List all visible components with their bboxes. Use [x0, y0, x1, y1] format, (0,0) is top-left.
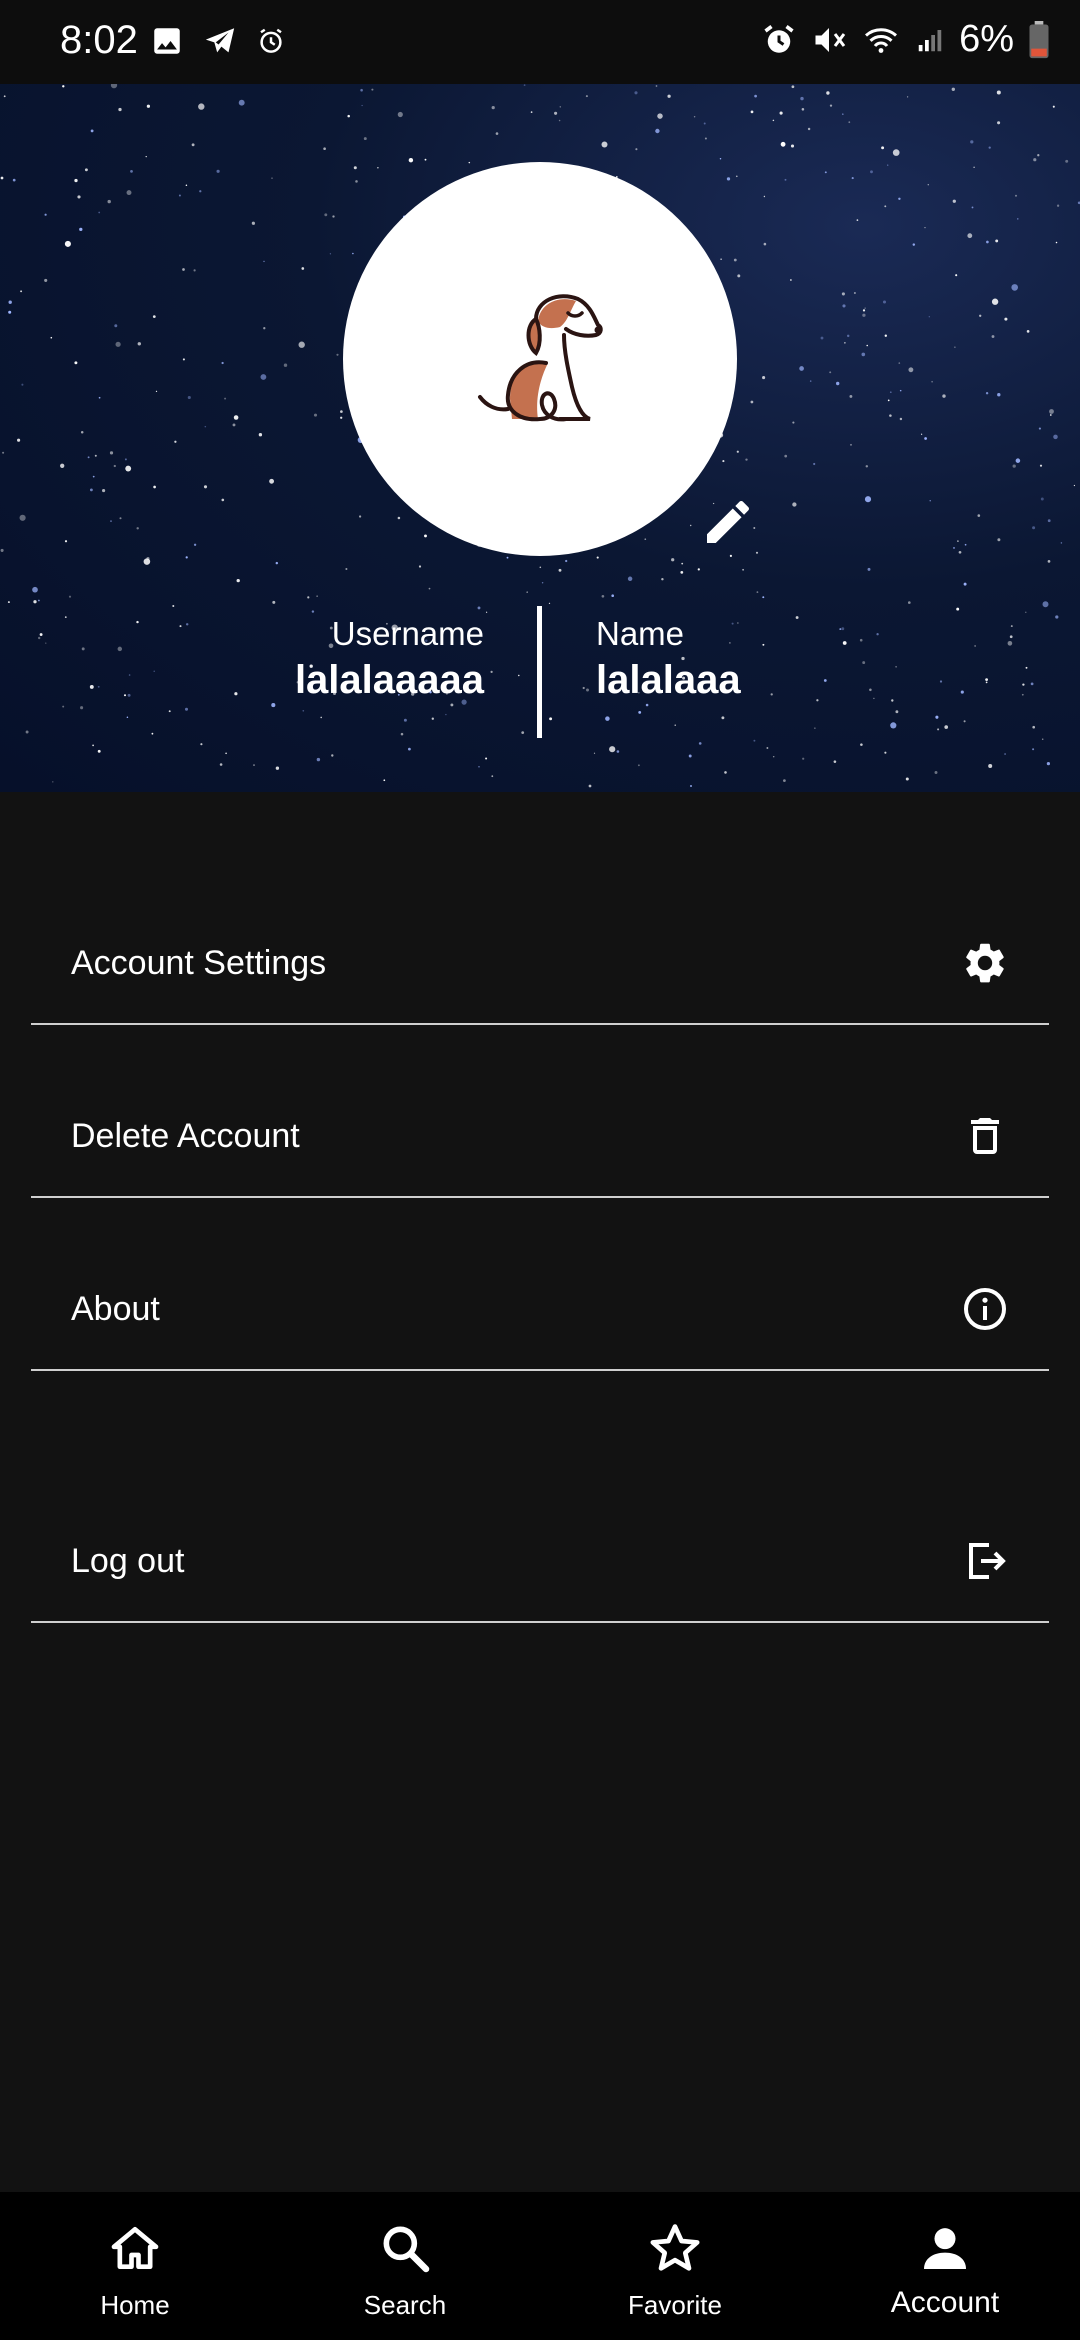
info-icon [961, 1285, 1009, 1333]
trash-icon [961, 1112, 1009, 1160]
menu-item-label: Log out [71, 1542, 185, 1580]
account-screen: 8:02 6% Username lalalaaaaa Name lalalaa… [0, 0, 1080, 2340]
avatar[interactable] [343, 162, 737, 556]
battery-icon [1028, 20, 1050, 59]
nav-item-search[interactable]: Search [270, 2192, 540, 2340]
nav-item-account[interactable]: Account [810, 2192, 1080, 2340]
menu-item-log-out[interactable]: Log out [31, 1481, 1049, 1623]
nav-item-home[interactable]: Home [0, 2192, 270, 2340]
pencil-icon[interactable] [700, 494, 756, 550]
battery-percent: 6% [959, 18, 1014, 60]
menu-item-delete-account[interactable]: Delete Account [31, 1056, 1049, 1198]
menu-item-label: Account Settings [71, 944, 327, 982]
name-block: Name lalalaaa [596, 614, 741, 706]
username-value: lalalaaaaa [294, 658, 484, 702]
username-label: Username [331, 615, 484, 652]
logout-icon [961, 1537, 1009, 1585]
username-block: Username lalalaaaaa [295, 614, 484, 706]
dog-icon [478, 294, 603, 422]
nav-label: Home [100, 2290, 170, 2320]
account-icon [917, 2220, 973, 2276]
alarm-icon [761, 22, 797, 58]
bottom-navigation: Home Search Favorite Account [0, 2192, 1080, 2340]
wifi-icon [861, 22, 901, 58]
status-right-icons: 6% [761, 18, 1050, 61]
status-left-icons [150, 24, 286, 58]
menu-item-label: About [71, 1290, 160, 1328]
home-icon [107, 2220, 163, 2276]
menu-item-label: Delete Account [71, 1117, 300, 1155]
nav-label: Account [890, 2286, 1000, 2319]
menu-item-about[interactable]: About [31, 1229, 1049, 1371]
nav-label: Search [363, 2290, 447, 2320]
name-value: lalalaaa [596, 658, 741, 702]
profile-info-row: Username lalalaaaaa Name lalalaaa [0, 606, 1080, 746]
status-bar: 8:02 6% [0, 0, 1080, 84]
search-icon [377, 2220, 433, 2276]
name-label: Name [596, 615, 685, 652]
alarm-icon [256, 26, 286, 56]
menu-item-account-settings[interactable]: Account Settings [31, 883, 1049, 1025]
signal-icon [915, 22, 945, 58]
image-icon [150, 24, 184, 58]
profile-header: Username lalalaaaaa Name lalalaaa [0, 84, 1080, 792]
telegram-icon [202, 24, 238, 58]
status-time: 8:02 [60, 18, 138, 62]
nav-item-favorite[interactable]: Favorite [540, 2192, 810, 2340]
info-divider [537, 606, 542, 738]
gear-icon [961, 939, 1009, 987]
mute-icon [811, 22, 847, 58]
star-icon [647, 2220, 703, 2276]
nav-label: Favorite [628, 2290, 722, 2320]
